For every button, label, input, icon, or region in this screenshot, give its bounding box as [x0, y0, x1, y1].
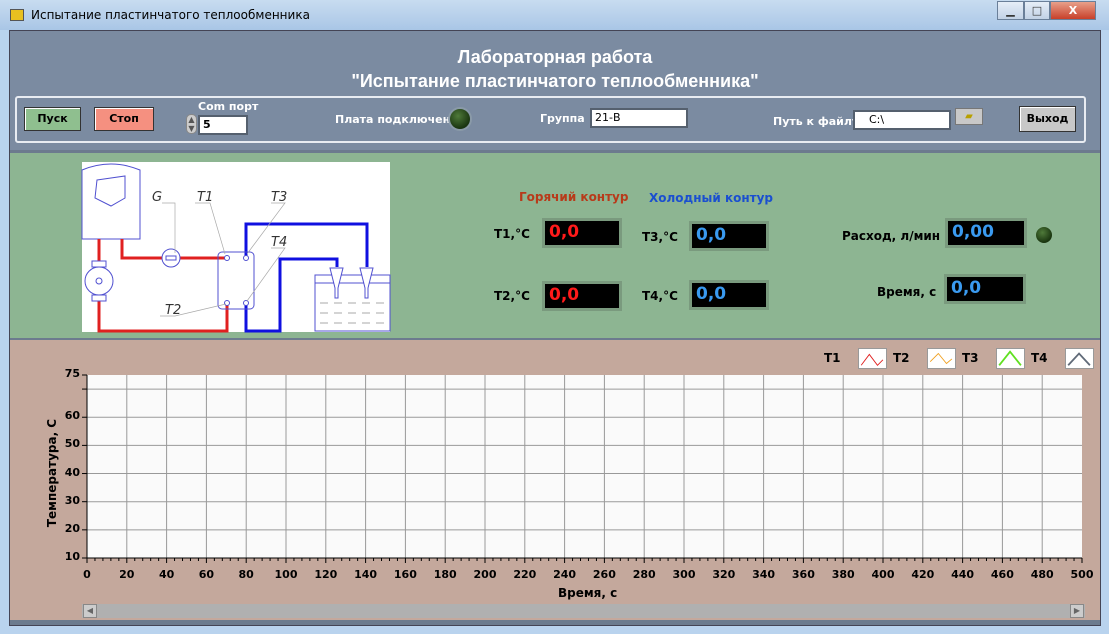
x-tick-label: 460: [990, 568, 1014, 581]
x-tick-label: 200: [473, 568, 497, 581]
x-tick-label: 80: [238, 568, 254, 581]
x-tick-label: 120: [314, 568, 338, 581]
y-tick-label: 60: [64, 409, 80, 423]
x-tick-label: 160: [393, 568, 417, 581]
x-tick-label: 240: [553, 568, 577, 581]
x-tick-label: 340: [752, 568, 776, 581]
x-tick-label: 20: [119, 568, 135, 581]
x-tick-label: 500: [1070, 568, 1094, 581]
x-axis-label: Время, с: [558, 586, 618, 600]
y-axis-label: Температура, С: [45, 418, 59, 528]
horizontal-scrollbar[interactable]: [82, 604, 1085, 618]
x-tick-label: 320: [712, 568, 736, 581]
scroll-right-icon[interactable]: ▶: [1070, 604, 1084, 618]
y-tick-label: 40: [64, 465, 80, 479]
temperature-chart: [82, 374, 1083, 563]
y-tick-label: 10: [64, 550, 80, 563]
x-tick-label: 380: [831, 568, 855, 581]
x-tick-label: 180: [433, 568, 457, 581]
x-tick-label: 100: [274, 568, 298, 581]
x-tick-label: 300: [672, 568, 696, 581]
x-tick-label: 260: [592, 568, 616, 581]
y-tick-label: 50: [64, 437, 80, 451]
x-tick-label: 40: [158, 568, 175, 581]
y-tick-label: 30: [64, 493, 80, 507]
plot-area: [87, 375, 1082, 558]
x-tick-label: 280: [632, 568, 656, 581]
scroll-left-icon[interactable]: ◀: [83, 604, 97, 618]
x-tick-label: 480: [1030, 568, 1054, 581]
x-tick-label: 0: [83, 568, 91, 581]
x-tick-label: 220: [513, 568, 537, 581]
x-tick-label: 360: [791, 568, 815, 581]
x-tick-label: 420: [911, 568, 935, 581]
y-tick-label: 20: [64, 521, 80, 535]
x-tick-label: 60: [198, 568, 215, 581]
x-tick-label: 140: [354, 568, 378, 581]
x-tick-label: 440: [951, 568, 975, 581]
x-tick-label: 400: [871, 568, 895, 581]
y-tick-label: 75: [64, 367, 80, 380]
